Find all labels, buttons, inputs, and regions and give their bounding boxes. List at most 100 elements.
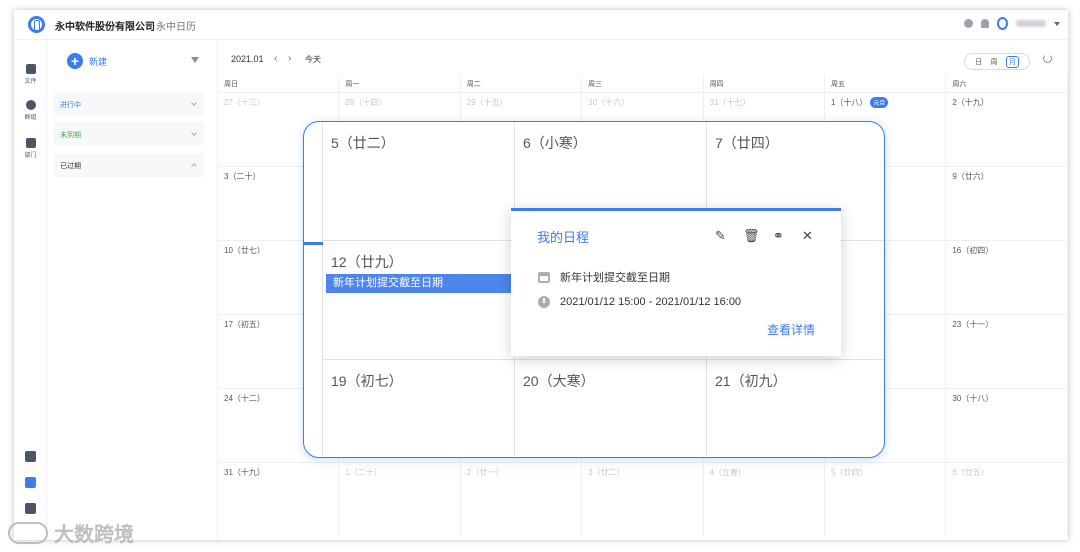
weekday-label: 周六 [946,75,1068,92]
rail-item-files[interactable]: 文件 [14,64,47,85]
zoom-left-column [304,122,323,457]
week-row: 31（十九） 1（二十） 2（廿一） 3（廿二） 4（立春） 5（廿四） 6（廿… [218,462,1068,536]
next-month-button[interactable]: › [288,53,291,64]
refresh-icon[interactable] [1043,54,1052,63]
day-cell[interactable]: 16（初四） [946,241,1068,314]
avatar[interactable] [997,17,1008,30]
zoom-day-label: 7（廿四） [715,135,779,151]
list-icon [25,138,36,148]
zoom-day-label: 6（小寒） [523,135,587,151]
prev-month-button[interactable]: ‹ [274,53,277,64]
company-name: 永中软件股份有限公司 [55,22,155,33]
rail-item-label: 部门 [24,153,37,159]
group-label: 进行中 [60,102,81,109]
day-cell[interactable]: 3（廿二） [582,463,704,536]
calendar-icon [538,271,550,283]
event-chip[interactable]: 新年计划提交截至日期 [326,274,514,293]
view-week-button[interactable]: 周 [990,57,997,67]
view-month-button[interactable]: 月 [1005,55,1019,68]
app-name: 永中日历 [156,22,196,33]
weekday-label: 周一 [339,75,461,92]
group-expired[interactable]: 已过期 [54,153,204,177]
zoom-accent-bar [304,242,323,245]
popup-event-time: 2021/01/12 15:00 - 2021/01/12 16:00 [560,296,742,308]
weekday-label: 周日 [218,75,340,92]
people-icon [25,100,36,110]
today-button[interactable]: 今天 [305,54,321,65]
view-switch: 日 周 月 [964,53,1030,70]
popup-event-name: 新年计划提交截至日期 [560,272,670,284]
note-icon[interactable] [25,503,36,514]
day-cell[interactable]: 2（十九） [946,93,1068,166]
bell-icon[interactable] [981,19,989,28]
zoom-day-cell[interactable]: 12（廿九） [323,241,515,360]
group-label: 已过期 [60,163,81,170]
zoom-day-label: 12（廿九） [331,254,403,270]
close-icon[interactable]: ✕ [802,228,813,244]
view-details-link[interactable]: 查看详情 [767,321,815,338]
day-cell[interactable]: 9（廿六） [946,167,1068,240]
day-cell[interactable]: 1（二十） [339,463,461,536]
day-cell[interactable]: 6（廿五） [946,463,1068,536]
weekday-header: 周日 周一 周二 周三 周四 周五 周六 [218,75,1068,92]
day-cell[interactable]: 23（十一） [946,315,1068,388]
watermark: 大数跨境 [8,518,134,547]
day-cell[interactable]: 2（廿一） [461,463,583,536]
zoom-day-label: 5（廿二） [331,135,395,151]
user-name-blurred[interactable] [1016,20,1046,27]
app-logo-icon [28,16,45,33]
zoom-day-cell[interactable]: 20（大寒） [515,360,707,457]
day-cell[interactable]: 5（廿四） [825,463,947,536]
new-button[interactable]: + 新建 [67,53,107,69]
day-cell-label: 1（十八） [830,98,868,107]
help-icon[interactable] [964,19,973,28]
edit-icon[interactable]: ✎ [715,228,726,244]
zoom-day-label: 21（初九） [715,373,787,389]
group-in-progress[interactable]: 进行中 [54,92,204,116]
popup-event-row: 新年计划提交截至日期 [538,269,670,285]
clock-icon [538,296,550,308]
lock-icon[interactable] [25,477,36,488]
popup-title: 我的日程 [537,230,590,245]
weekday-label: 周四 [704,75,825,92]
icon-rail: 文件 群组 部门 [14,40,47,540]
delete-icon[interactable]: 🗑 [743,228,760,244]
p-icon[interactable] [25,451,36,462]
day-cell[interactable]: 4（立春） [704,463,825,536]
zoom-day-cell[interactable]: 19（初七） [323,360,515,457]
watermark-text: 大数跨境 [54,524,134,546]
filter-icon[interactable] [191,57,199,63]
plus-icon: + [67,53,83,69]
chevron-down-icon [191,130,197,136]
holiday-badge: 元旦 [870,97,889,108]
group-label: 未到期 [60,132,81,139]
new-button-label: 新建 [89,56,108,67]
weekday-label: 周三 [582,75,704,92]
group-not-due[interactable]: 未到期 [54,122,204,146]
zoom-day-cell[interactable]: 5（廿二） [323,122,515,241]
rail-item-groups[interactable]: 群组 [14,100,47,121]
day-cell[interactable]: 31（十九） [218,463,340,536]
month-label: 2021.01 [231,54,264,64]
chevron-down-icon[interactable] [1054,21,1060,26]
view-day-button[interactable]: 日 [975,57,982,67]
watermark-logo-icon [8,521,48,544]
rail-item-departments[interactable]: 部门 [14,138,47,159]
top-bar: 永中软件股份有限公司 永中日历 [14,10,1068,40]
chevron-up-icon [191,163,197,169]
zoom-day-cell[interactable]: 21（初九） [707,360,884,457]
weekday-label: 周五 [825,75,947,92]
filter-panel: + 新建 进行中 未到期 已过期 [48,40,218,540]
rail-item-label: 群组 [24,115,37,121]
zoom-day-label: 19（初七） [331,373,403,389]
chevron-down-icon [191,100,197,106]
schedule-popup: 我的日程 ✎ 🗑 ⚭ ✕ 新年计划提交截至日期 2021/01/12 15:00… [511,208,841,356]
share-icon[interactable]: ⚭ [773,228,784,244]
weekday-label: 周二 [461,75,583,92]
day-cell[interactable]: 30（十八） [946,389,1068,462]
popup-time-row: 2021/01/12 15:00 - 2021/01/12 16:00 [538,296,741,308]
rail-item-label: 文件 [24,79,37,85]
zoom-day-label: 20（大寒） [523,373,595,389]
file-icon [25,64,36,74]
user-area [964,17,1060,30]
